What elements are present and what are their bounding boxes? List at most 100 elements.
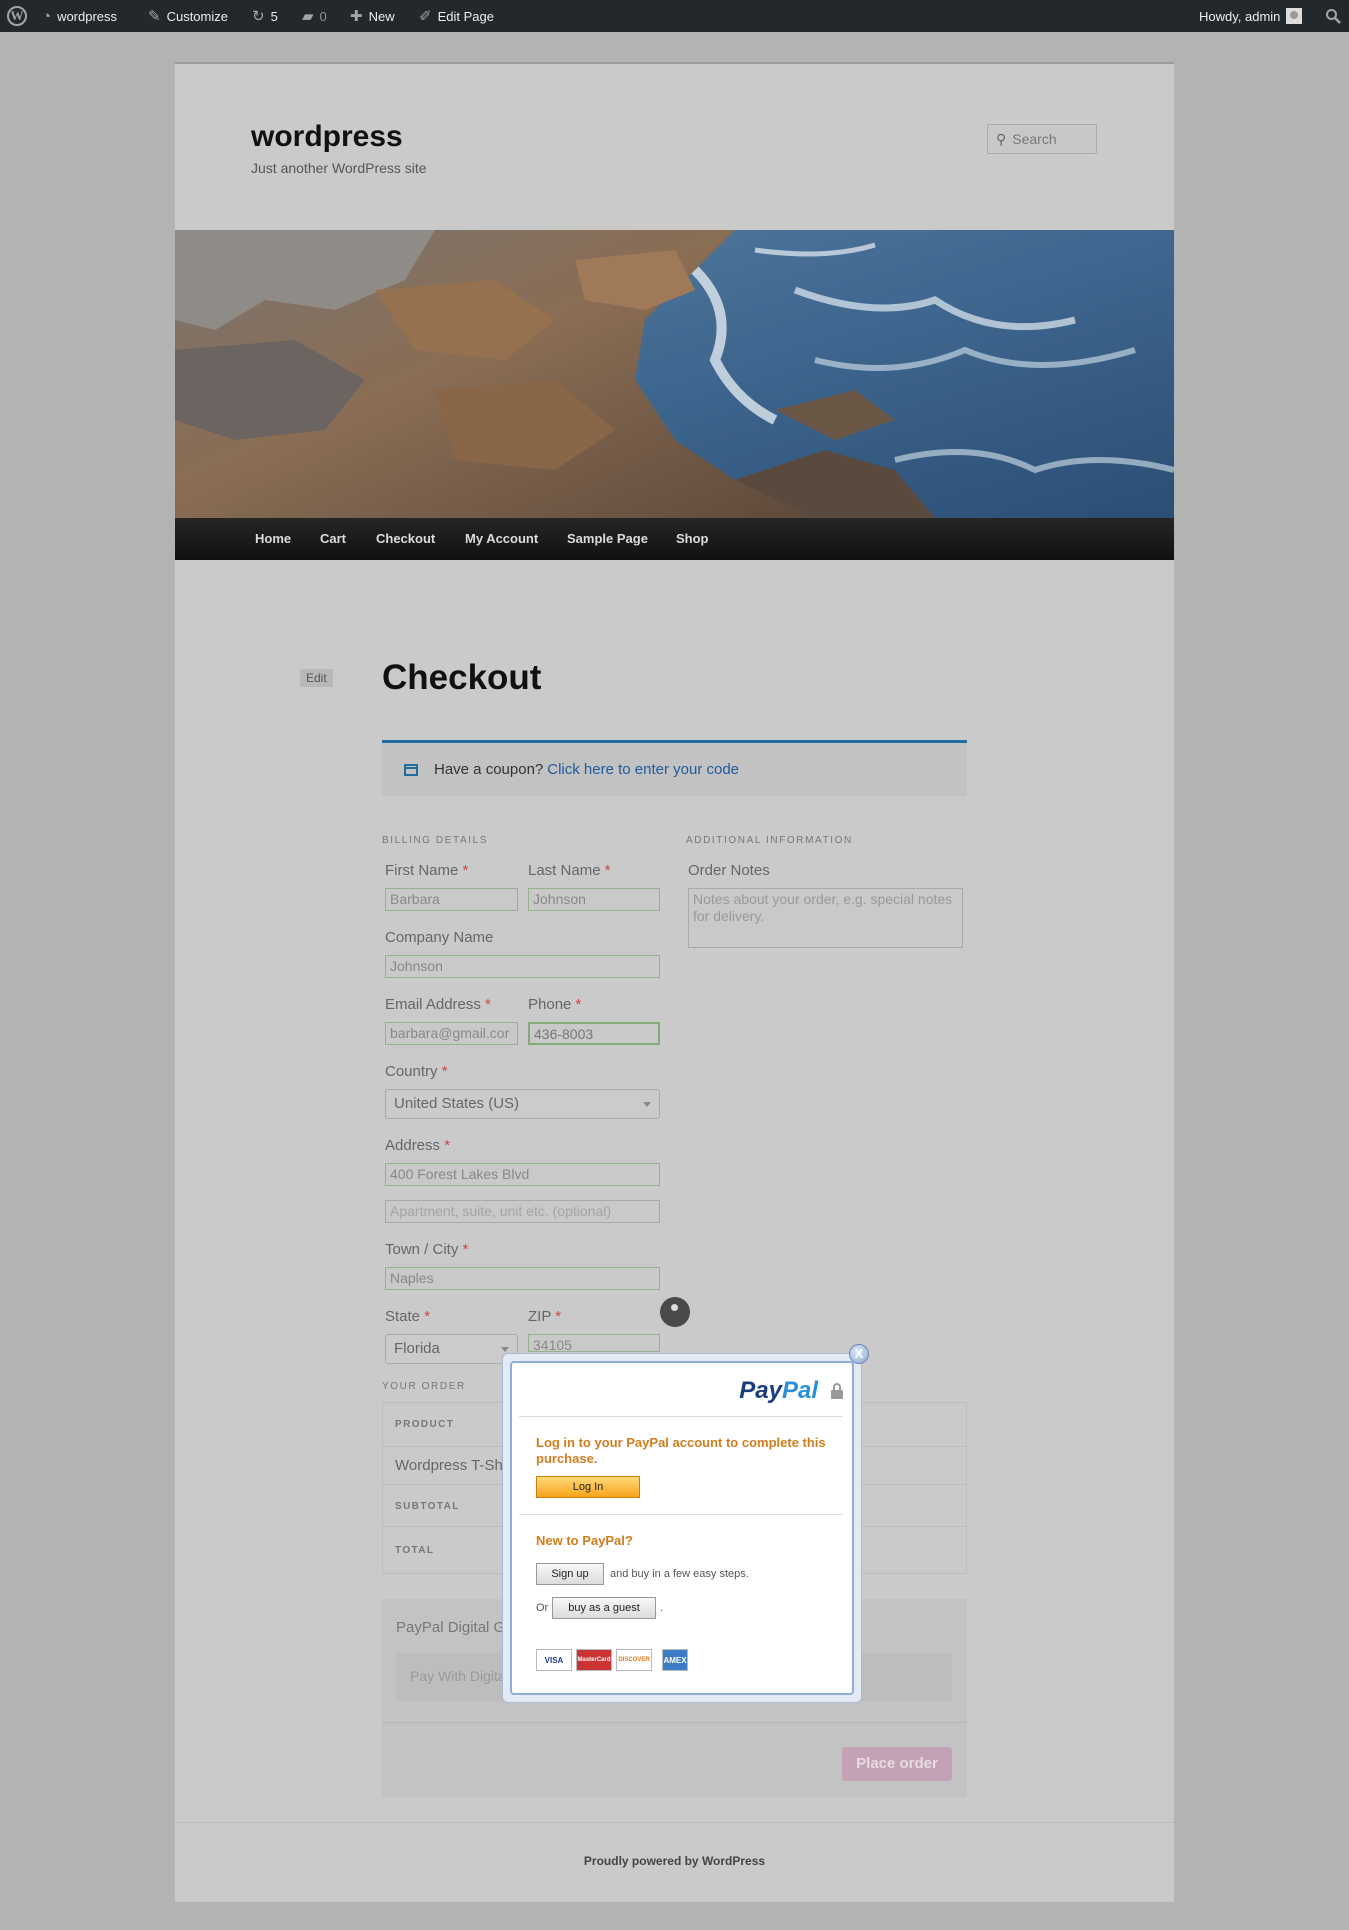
address-line2-field[interactable]: Apartment, suite, unit etc. (optional) — [385, 1200, 660, 1223]
signup-button[interactable]: Sign up — [536, 1563, 604, 1585]
divider — [382, 1722, 967, 1723]
new-to-paypal-heading: New to PayPal? — [536, 1533, 633, 1548]
customize-link[interactable]: ✎ Customize — [148, 0, 228, 32]
updates-icon: ↻ — [252, 7, 265, 25]
site-name-menu[interactable]: ◔ wordpress — [42, 0, 117, 32]
nav-item-sample-page[interactable]: Sample Page — [567, 518, 648, 560]
your-order-heading: YOUR ORDER — [382, 1381, 466, 1392]
divider — [175, 1822, 1174, 1823]
state-value: Florida — [394, 1340, 440, 1357]
product-header: PRODUCT — [395, 1419, 455, 1430]
email-field[interactable]: barbara@gmail.cor — [385, 1022, 518, 1045]
plus-icon: ✚ — [350, 7, 363, 25]
lock-icon — [830, 1383, 844, 1399]
amex-card-icon: AMEX — [662, 1649, 688, 1671]
city-field[interactable]: Naples — [385, 1267, 660, 1290]
last-name-label: Last Name * — [528, 862, 611, 879]
payment-method-label[interactable]: PayPal Digital G — [396, 1619, 505, 1636]
new-label: New — [368, 8, 395, 24]
state-label: State * — [385, 1308, 431, 1325]
last-name-field[interactable]: Johnson — [528, 888, 660, 911]
loading-spinner-icon — [660, 1297, 690, 1327]
email-label: Email Address * — [385, 996, 491, 1013]
wordpress-logo-icon: W — [7, 6, 27, 26]
place-order-button[interactable]: Place order — [842, 1747, 952, 1781]
company-field[interactable]: Johnson — [385, 955, 660, 978]
zip-label: ZIP * — [528, 1308, 562, 1325]
guest-checkout-button[interactable]: buy as a guest — [552, 1597, 656, 1619]
nav-item-cart[interactable]: Cart — [320, 518, 346, 560]
address-line1-field[interactable]: 400 Forest Lakes Blvd — [385, 1163, 660, 1186]
customize-label: Customize — [166, 8, 228, 24]
city-label: Town / City * — [385, 1241, 469, 1258]
mastercard-card-icon: MasterCard — [576, 1649, 612, 1671]
updates-count: 5 — [270, 8, 278, 24]
wordpress-logo-menu[interactable]: W — [7, 0, 27, 32]
dashboard-icon: ◔ — [42, 7, 52, 25]
country-label: Country * — [385, 1063, 448, 1080]
address-label: Address * — [385, 1137, 451, 1154]
product-name: Wordpress T-Sh — [395, 1457, 503, 1474]
country-value: United States (US) — [394, 1095, 520, 1112]
or-text: Or — [536, 1602, 549, 1614]
additional-info-heading: ADDITIONAL INFORMATION — [686, 835, 853, 846]
updates-link[interactable]: ↻ 5 — [252, 0, 278, 32]
coupon-link[interactable]: Click here to enter your code — [547, 761, 739, 778]
new-content-menu[interactable]: ✚ New — [350, 0, 395, 32]
main-navigation: Home Cart Checkout My Account Sample Pag… — [175, 518, 1174, 560]
card-logos: VISA MasterCard DISCOVER AMEX — [536, 1649, 688, 1671]
nav-item-my-account[interactable]: My Account — [465, 518, 538, 560]
comments-link[interactable]: ▰ 0 — [302, 0, 327, 32]
paypal-login-button[interactable]: Log In — [536, 1476, 640, 1498]
my-account-menu[interactable]: Howdy, admin — [1199, 0, 1303, 32]
divider — [519, 1514, 843, 1515]
billing-heading: BILLING DETAILS — [382, 835, 489, 846]
coupon-notice: Have a coupon? Click here to enter your … — [382, 740, 967, 796]
search-placeholder: Search — [1012, 131, 1057, 147]
order-notes-field[interactable]: Notes about your order, e.g. special not… — [688, 888, 963, 948]
first-name-field[interactable]: Barbara — [385, 888, 518, 911]
search-input[interactable]: ⚲ Search — [987, 124, 1097, 154]
edit-page-label: Edit Page — [437, 8, 494, 24]
order-notes-label: Order Notes — [688, 862, 770, 879]
edit-page-link[interactable]: ✐ Edit Page — [419, 0, 494, 32]
admin-bar: W ◔ wordpress ✎ Customize ↻ 5 ▰ 0 ✚ New … — [0, 0, 1349, 32]
search-icon: ⚲ — [996, 130, 1007, 147]
discover-card-icon: DISCOVER — [616, 1649, 652, 1671]
zip-field[interactable]: 34105 — [528, 1334, 660, 1352]
period-text: . — [660, 1602, 664, 1614]
subtotal-label: SUBTOTAL — [395, 1501, 460, 1512]
comment-icon: ▰ — [302, 7, 314, 25]
company-label: Company Name — [385, 929, 494, 946]
visa-card-icon: VISA — [536, 1649, 572, 1671]
site-tagline: Just another WordPress site — [251, 160, 427, 176]
phone-field[interactable]: 436-8003 — [528, 1022, 660, 1045]
login-heading: Log in to your PayPal account to complet… — [536, 1435, 826, 1466]
divider — [519, 1416, 843, 1417]
window-icon — [404, 763, 418, 776]
site-name-label: wordpress — [57, 8, 118, 24]
signup-text: and buy in a few easy steps. — [610, 1568, 749, 1580]
nav-item-home[interactable]: Home — [255, 518, 291, 560]
chevron-down-icon — [643, 1102, 651, 1107]
first-name-label: First Name * — [385, 862, 469, 879]
comments-count: 0 — [319, 8, 327, 24]
header-image — [175, 230, 1174, 518]
admin-search-button[interactable] — [1325, 0, 1341, 32]
chevron-down-icon — [501, 1347, 509, 1352]
nav-item-checkout[interactable]: Checkout — [376, 518, 435, 560]
close-icon[interactable]: X — [849, 1344, 869, 1364]
site-title[interactable]: wordpress — [251, 120, 403, 154]
payment-description-text: Pay With Digita — [410, 1668, 506, 1684]
search-icon — [1326, 9, 1341, 24]
total-label: TOTAL — [395, 1545, 435, 1556]
country-select[interactable]: United States (US) — [385, 1089, 660, 1119]
nav-item-shop[interactable]: Shop — [676, 518, 709, 560]
state-select[interactable]: Florida — [385, 1334, 518, 1364]
paypal-modal: PayPal Log in to your PayPal account to … — [502, 1353, 862, 1703]
page-title: Checkout — [382, 658, 542, 697]
paypal-logo: PayPal — [739, 1377, 818, 1404]
edit-page-button[interactable]: Edit — [300, 669, 333, 687]
footer-credit[interactable]: Proudly powered by WordPress — [175, 1854, 1174, 1868]
brush-icon: ✎ — [148, 7, 161, 25]
